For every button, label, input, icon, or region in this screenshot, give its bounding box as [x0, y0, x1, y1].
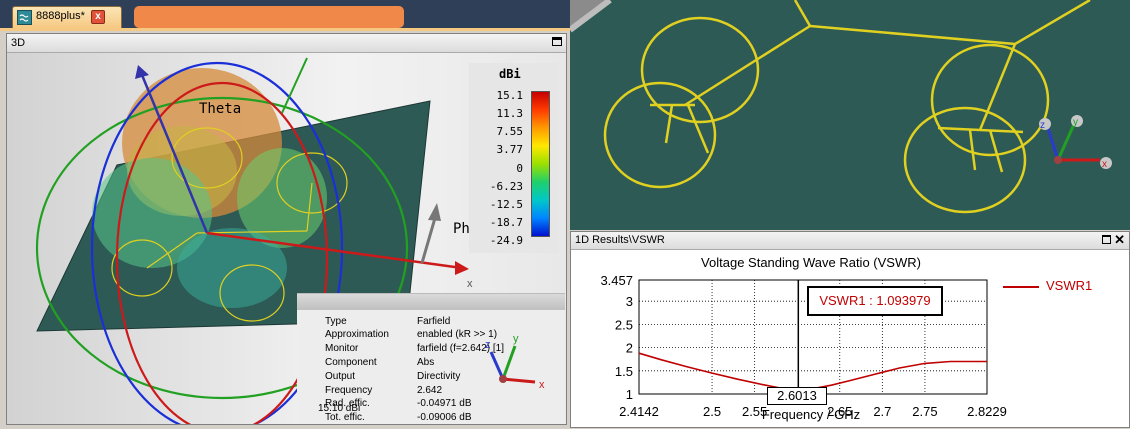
theta-label: Theta — [199, 101, 242, 117]
x-tick-label: 2.75 — [912, 404, 937, 419]
x-tick-label: 2.8229 — [967, 404, 1007, 419]
info-label: Monitor — [325, 343, 359, 354]
axis-y-label: y — [1073, 117, 1078, 128]
y-tick-label: 2 — [626, 341, 633, 356]
vswr-titlebar: 1D Results\VSWR ✕ — [571, 232, 1129, 250]
info-label: Output — [325, 371, 356, 382]
info-label: Type — [325, 316, 347, 327]
info-label: Component — [325, 357, 377, 368]
vswr-result-window: 1D Results\VSWR ✕ Voltage Standing Wave … — [570, 231, 1130, 428]
mini-axes-widget: x y z — [485, 333, 545, 391]
x-tick-label: 2.5 — [703, 404, 721, 419]
mini-y-label: y — [513, 333, 519, 345]
info-value: Directivity — [417, 371, 461, 382]
axis-x-label: x — [1102, 159, 1107, 170]
info-value: Abs — [417, 357, 435, 368]
marker-x-readout: 2.6013 — [767, 387, 827, 405]
mini-z-label: z — [485, 339, 491, 351]
maximize-icon[interactable] — [1102, 235, 1111, 244]
close-tab-icon[interactable]: x — [91, 10, 105, 24]
legend-tick: -18.7 — [489, 216, 523, 229]
document-tab-label: 8888plus* — [36, 10, 85, 22]
maximize-icon[interactable] — [552, 37, 562, 46]
z-axis-arrow — [135, 65, 149, 79]
y-tick-label: 1.5 — [615, 364, 633, 379]
color-scale-bar — [531, 91, 550, 237]
mini-x-label: x — [539, 379, 545, 391]
x-axis-label: Frequency / GHz — [761, 407, 861, 422]
info-value: Farfield — [417, 316, 451, 327]
x-tick-label: 2.4142 — [619, 404, 659, 419]
legend-tick: 7.55 — [496, 125, 524, 138]
legend-tick: -6.23 — [489, 180, 523, 193]
y-axis-line — [281, 57, 308, 114]
document-tab[interactable]: 8888plus* x — [12, 6, 122, 28]
view-3d-title: 3D — [11, 37, 26, 49]
vswr-window-title: 1D Results\VSWR — [575, 234, 665, 246]
view-3d-titlebar: 3D — [7, 34, 566, 53]
legend-series-swatch — [1003, 286, 1039, 288]
y-tick-label: 3.457 — [600, 273, 633, 288]
info-directivity-value: 15.10 dBi — [318, 403, 361, 414]
y-tick-label: 3 — [626, 294, 633, 309]
info-panel-header — [297, 294, 565, 310]
legend-tick: -24.9 — [489, 234, 523, 247]
farfield-lobe-bottom — [177, 228, 287, 308]
info-label: Frequency — [325, 385, 373, 396]
legend-tick: 0 — [516, 162, 523, 175]
x-axis-arrow — [455, 261, 469, 275]
info-label: Approximation — [325, 329, 389, 340]
legend-unit: dBi — [499, 67, 521, 81]
info-value: -0.04971 dB — [417, 398, 472, 409]
farfield-3d-viewport[interactable]: Theta Phi x dBi 15.1 11.3 7.55 3.77 0 -6… — [7, 53, 566, 424]
x-axis-label: x — [467, 278, 473, 290]
phi-arrow-head — [428, 203, 441, 221]
y-tick-label: 1 — [626, 387, 633, 402]
vswr-chart[interactable]: 3.45732.521.512.4142 2.5 2.55 2.65 2.7 2.75 2.… — [571, 249, 1129, 429]
legend-tick: 3.77 — [496, 143, 524, 156]
info-value: -0.09006 dB — [417, 412, 472, 423]
y-tick-label: 2.5 — [615, 317, 633, 332]
legend-series-label: VSWR1 — [1046, 278, 1093, 293]
structure-scene: x y z — [570, 0, 1130, 230]
axis-z-label: z — [1040, 120, 1045, 131]
tab-underline — [0, 28, 570, 31]
legend-tick: 11.3 — [496, 107, 524, 120]
structure-view[interactable]: x y z — [570, 0, 1130, 230]
series-line — [638, 352, 987, 391]
legend-tick: 15.1 — [496, 89, 524, 102]
marker-readout: VSWR1 : 1.093979 — [807, 286, 943, 316]
project-icon — [17, 10, 32, 25]
phi-arrow-line — [420, 217, 437, 264]
close-icon[interactable]: ✕ — [1114, 232, 1125, 247]
secondary-tab[interactable] — [134, 6, 404, 28]
info-value: 2.642 — [417, 385, 443, 396]
legend-tick: -12.5 — [489, 198, 523, 211]
view-3d-window: 3D Theta Phi x dBi 15.1 11.3 7.55 3.77 0… — [6, 33, 567, 425]
color-scale-legend: dBi 15.1 11.3 7.55 3.77 0 -6.23 -12.5 -1… — [469, 63, 559, 253]
